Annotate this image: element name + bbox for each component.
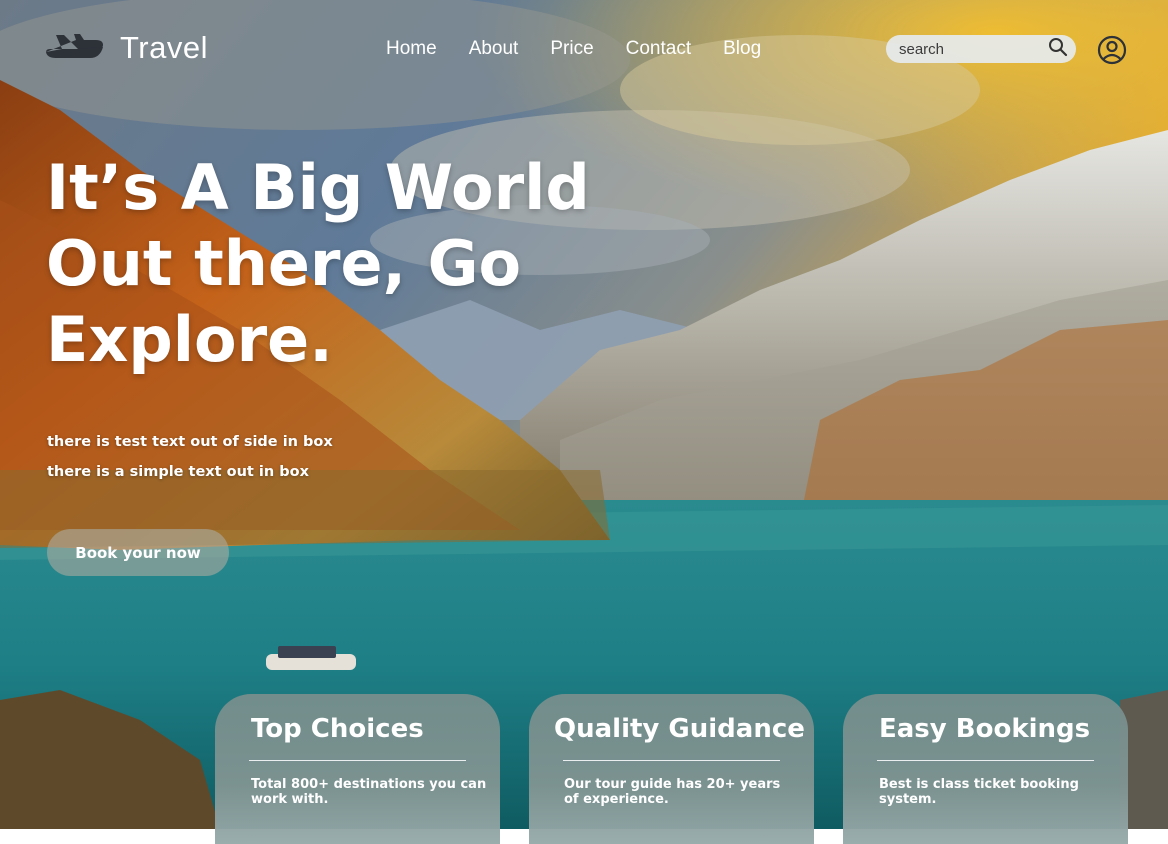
hero-subtitle: there is test text out of side in box th… <box>47 427 333 487</box>
nav-home[interactable]: Home <box>386 38 437 60</box>
feature-card-title: Quality Guidance <box>554 714 805 744</box>
search-icon[interactable] <box>1048 37 1068 61</box>
feature-card-text: Total 800+ destinations you can work wit… <box>251 777 487 807</box>
brand-logo[interactable]: Travel <box>44 30 208 66</box>
nav-contact[interactable]: Contact <box>626 38 691 60</box>
search-input[interactable] <box>899 40 1048 58</box>
feature-card-divider <box>877 760 1094 761</box>
hero-title: It’s A Big World Out there, Go Explore. <box>46 150 666 378</box>
search-box <box>886 35 1076 63</box>
nav-price[interactable]: Price <box>550 38 593 60</box>
user-circle-icon[interactable] <box>1097 35 1127 69</box>
feature-card-text: Best is class ticket booking system. <box>879 777 1079 807</box>
feature-card-top-choices: Top Choices Total 800+ destinations you … <box>215 694 500 844</box>
feature-card-title: Top Choices <box>251 714 424 744</box>
hero-title-line: Explore. <box>46 303 333 376</box>
hero-title-line: It’s A Big World <box>46 151 590 224</box>
nav-blog[interactable]: Blog <box>723 38 761 60</box>
hero-subtitle-line: there is a simple text out in box <box>47 464 309 480</box>
feature-card-divider <box>563 760 780 761</box>
hero-title-line: Out there, Go <box>46 227 522 300</box>
feature-card-easy-bookings: Easy Bookings Best is class ticket booki… <box>843 694 1128 844</box>
book-now-button[interactable]: Book your now <box>47 529 229 576</box>
nav-about[interactable]: About <box>469 38 519 60</box>
brand-name: Travel <box>120 30 208 65</box>
main-nav: Home About Price Contact Blog <box>386 38 761 60</box>
feature-card-quality-guidance: Quality Guidance Our tour guide has 20+ … <box>529 694 814 844</box>
feature-card-text: Our tour guide has 20+ years of experien… <box>564 777 781 807</box>
feature-card-divider <box>249 760 466 761</box>
hero-subtitle-line: there is test text out of side in box <box>47 434 333 450</box>
airplane-icon <box>44 30 104 66</box>
feature-card-title: Easy Bookings <box>879 714 1091 744</box>
